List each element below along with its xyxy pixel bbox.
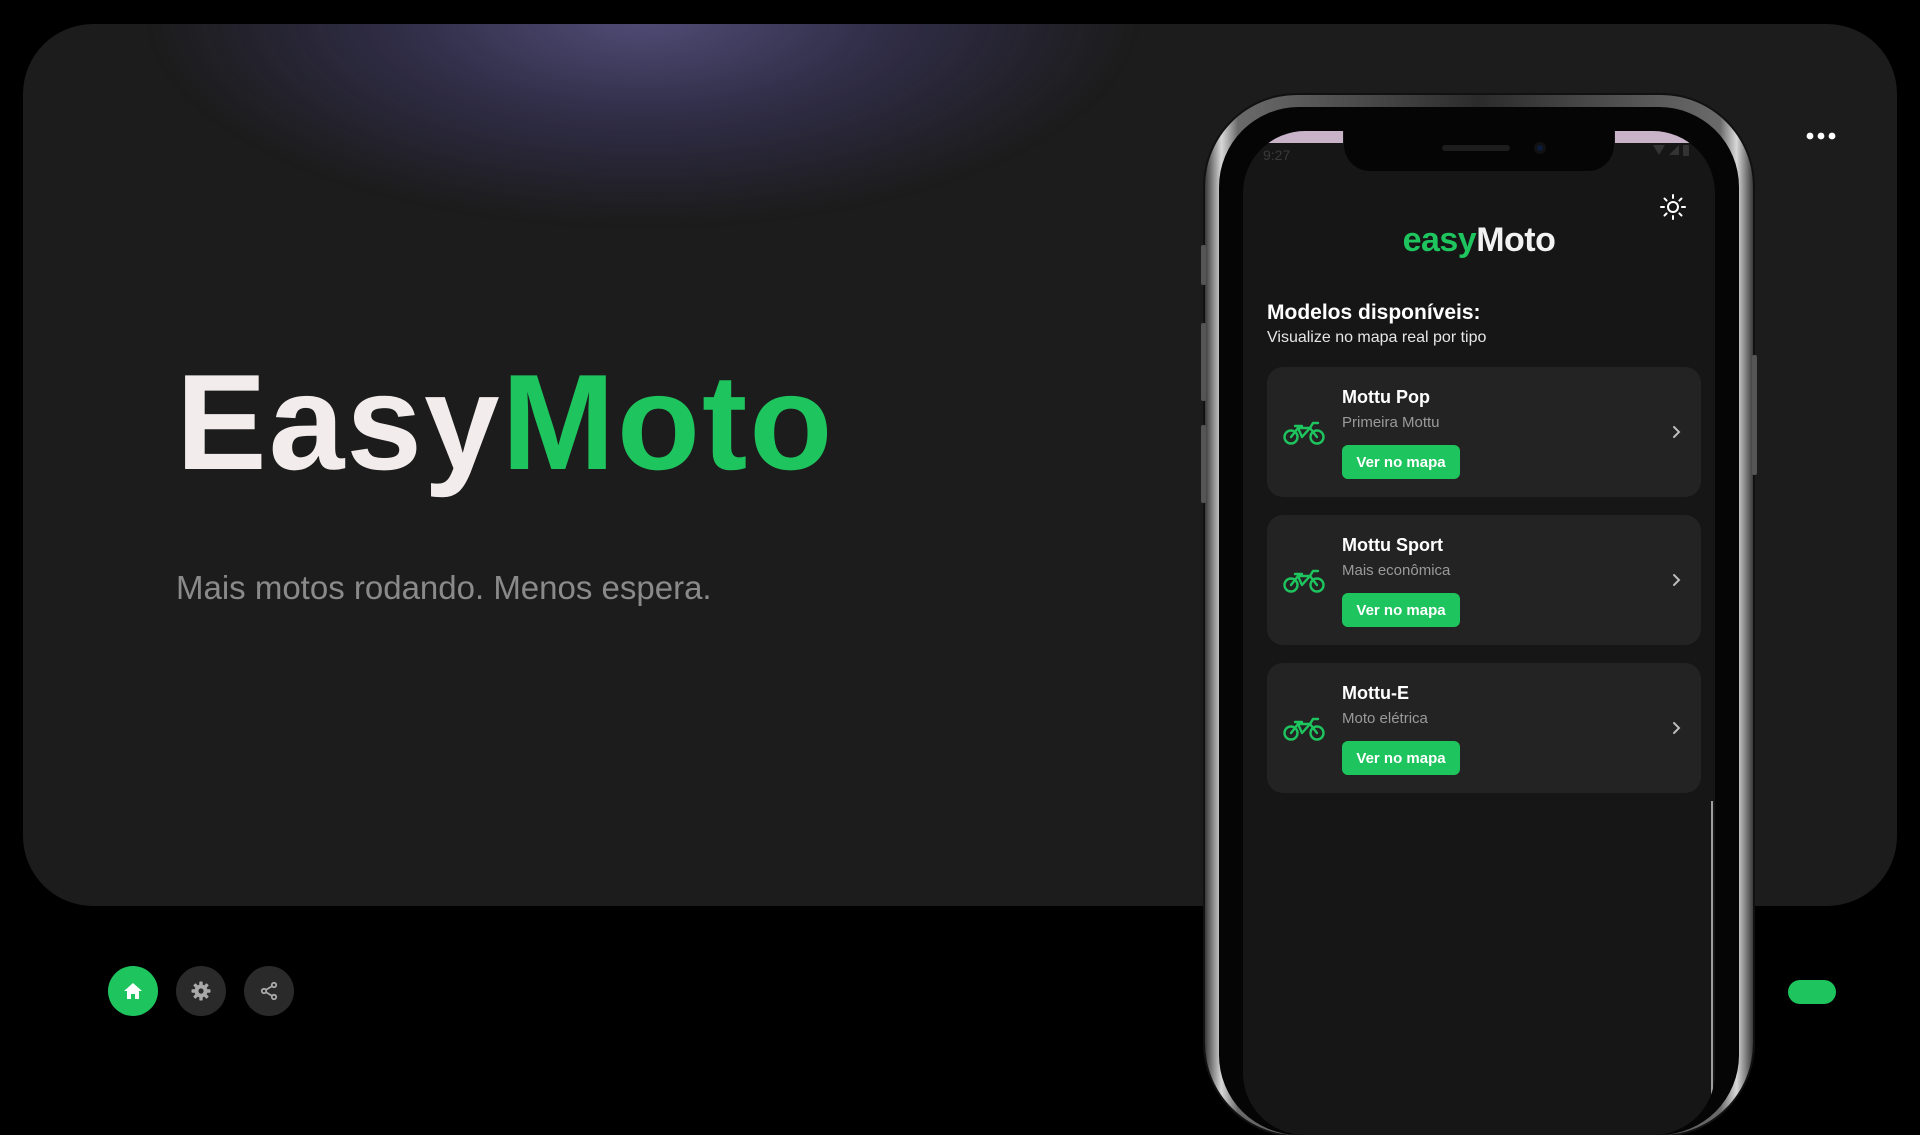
section-subtitle: Visualize no mapa real por tipo xyxy=(1267,329,1487,346)
phone-volume-up xyxy=(1201,323,1206,401)
motorcycle-icon xyxy=(1283,569,1325,593)
app-logo-easy: easy xyxy=(1402,221,1477,259)
view-on-map-button[interactable]: Ver no mapa xyxy=(1342,593,1460,627)
home-button[interactable] xyxy=(108,966,158,1016)
chevron-right-icon xyxy=(1673,574,1681,586)
hero-glow xyxy=(143,24,1143,224)
phone-volume-down xyxy=(1201,425,1206,503)
theme-toggle-button[interactable] xyxy=(1659,193,1687,221)
status-pill-button[interactable] xyxy=(1788,980,1836,1004)
hero-title-moto: Moto xyxy=(501,346,835,498)
model-name: Mottu Sport xyxy=(1342,535,1443,555)
chevron-right-icon xyxy=(1673,722,1681,734)
hero-title-easy: Easy xyxy=(176,346,502,498)
share-button[interactable] xyxy=(244,966,294,1016)
phone-screen: 9:27 easyMoto Modelos disponíveis: Visua… xyxy=(1243,131,1715,1135)
phone-speaker xyxy=(1442,145,1510,151)
phone-bezel: 9:27 easyMoto Modelos disponíveis: Visua… xyxy=(1219,107,1739,1135)
sun-icon xyxy=(1660,194,1686,220)
status-time: 9:27 xyxy=(1263,147,1291,163)
gear-icon xyxy=(191,981,211,1001)
settings-button[interactable] xyxy=(176,966,226,1016)
app-logo: easyMoto xyxy=(1243,221,1715,260)
phone-mockup: 9:27 easyMoto Modelos disponíveis: Visua… xyxy=(1201,95,1757,1135)
more-horizontal-icon xyxy=(1806,132,1836,140)
chevron-right-icon xyxy=(1673,426,1681,438)
status-icons xyxy=(1653,145,1689,156)
signal-icon xyxy=(1669,145,1679,155)
phone-power-button xyxy=(1752,355,1757,475)
more-options-button[interactable] xyxy=(1795,119,1847,153)
phone-notch xyxy=(1344,131,1614,171)
model-description: Mais econômica xyxy=(1342,562,1451,579)
share-icon xyxy=(260,981,278,1001)
phone-mute-switch xyxy=(1201,245,1206,285)
model-description: Moto elétrica xyxy=(1342,710,1428,727)
app-logo-moto: Moto xyxy=(1476,221,1556,259)
view-on-map-button[interactable]: Ver no mapa xyxy=(1342,741,1460,775)
home-icon xyxy=(124,983,142,999)
battery-icon xyxy=(1683,145,1689,156)
motorcycle-icon xyxy=(1283,421,1325,445)
model-name: Mottu-E xyxy=(1342,683,1409,703)
view-on-map-button[interactable]: Ver no mapa xyxy=(1342,445,1460,479)
camera-icon xyxy=(1534,142,1546,154)
section-title: Modelos disponíveis: xyxy=(1267,301,1481,324)
wifi-icon xyxy=(1653,145,1665,155)
scrollbar[interactable] xyxy=(1711,801,1713,1135)
model-name: Mottu Pop xyxy=(1342,387,1430,407)
model-description: Primeira Mottu xyxy=(1342,414,1440,431)
model-card-mottu-sport[interactable]: Mottu Sport Mais econômica Ver no mapa xyxy=(1267,515,1701,645)
motorcycle-icon xyxy=(1283,717,1325,741)
hero-subtitle: Mais motos rodando. Menos espera. xyxy=(176,569,712,606)
hero-title: EasyMoto xyxy=(176,354,834,490)
model-card-mottu-pop[interactable]: Mottu Pop Primeira Mottu Ver no mapa xyxy=(1267,367,1701,497)
model-card-mottu-e[interactable]: Mottu-E Moto elétrica Ver no mapa xyxy=(1267,663,1701,793)
